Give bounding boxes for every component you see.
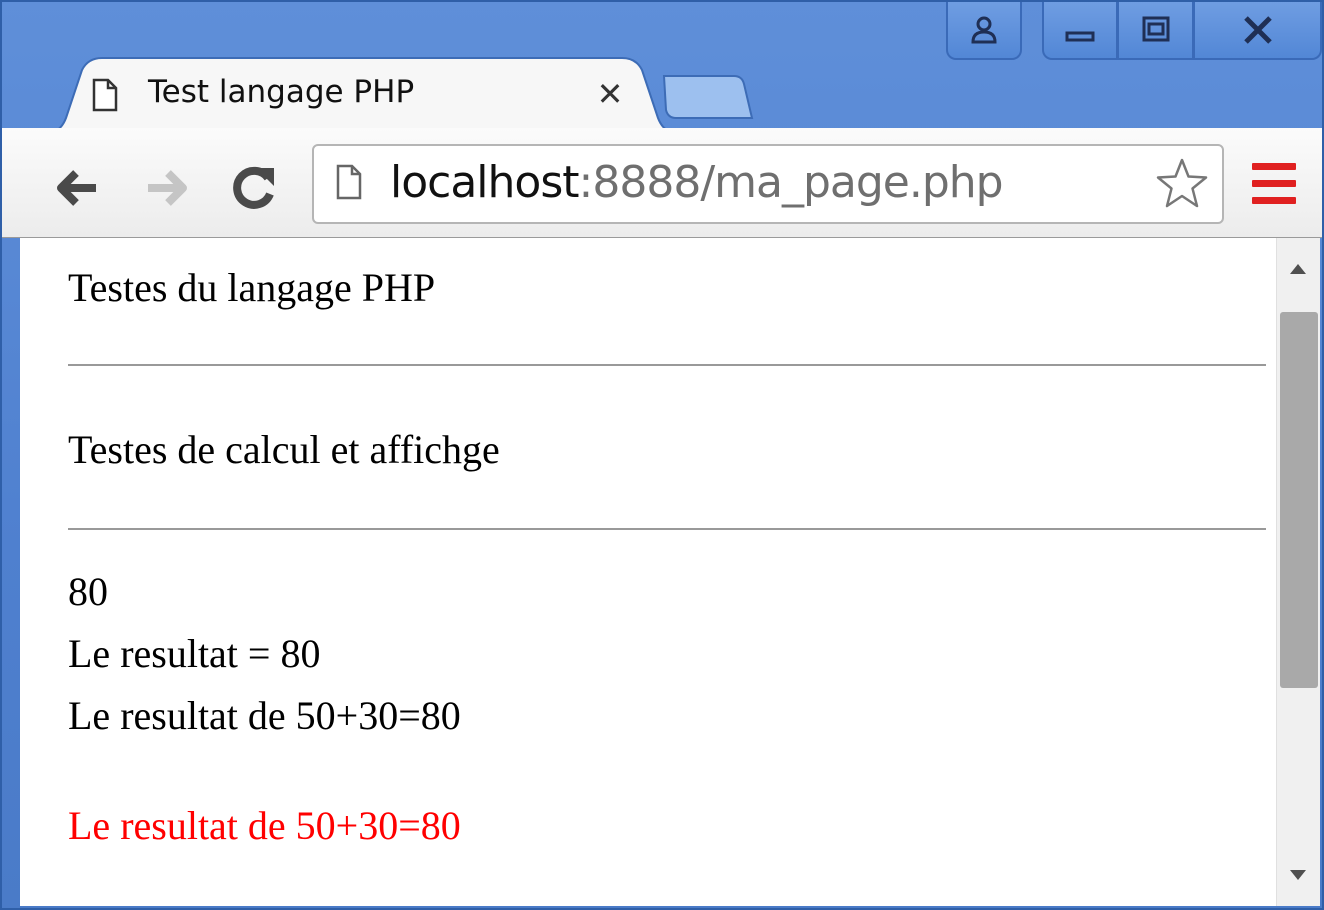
- result-line: Le resultat = 80: [68, 631, 321, 676]
- star-icon[interactable]: [1154, 156, 1210, 212]
- section-heading: Testes de calcul et affichge: [68, 427, 500, 472]
- result-line-red: Le resultat de 50+30=80: [68, 803, 461, 848]
- page-title: Testes du langage PHP: [68, 265, 436, 310]
- url-path: :8888/ma_page.php: [578, 157, 1004, 208]
- window-close-button[interactable]: [1194, 2, 1322, 60]
- menu-bar: [1252, 197, 1296, 204]
- page-content: Testes du langage PHP Testes de calcul e…: [20, 238, 1276, 906]
- forward-arrow-icon[interactable]: [138, 160, 194, 216]
- result-line: 80: [68, 569, 108, 614]
- profile-button[interactable]: [946, 2, 1022, 60]
- tab-close-button[interactable]: ✕: [590, 74, 630, 114]
- close-icon: [1243, 16, 1272, 44]
- scrollbar-thumb[interactable]: [1280, 312, 1318, 688]
- scroll-up-arrow-icon[interactable]: [1276, 254, 1320, 284]
- reload-icon[interactable]: [226, 160, 282, 216]
- url-host: localhost: [390, 157, 580, 208]
- new-tab-button[interactable]: [656, 72, 756, 122]
- minimize-icon: [1065, 31, 1095, 42]
- person-icon: [971, 16, 997, 44]
- scroll-down-arrow-icon[interactable]: [1276, 860, 1320, 890]
- maximize-icon: [1142, 16, 1169, 42]
- page-icon: [92, 78, 118, 112]
- divider: [68, 364, 1266, 366]
- back-arrow-icon[interactable]: [50, 160, 106, 216]
- result-line: Le resultat de 50+30=80: [68, 693, 461, 738]
- menu-bar: [1252, 180, 1296, 187]
- url-text[interactable]: localhost:8888/ma_page.php: [390, 157, 1004, 208]
- menu-icon[interactable]: [1252, 163, 1296, 205]
- page-icon: [336, 164, 362, 200]
- maximize-button[interactable]: [1118, 2, 1194, 60]
- browser-window: Test langage PHP ✕ localhost:8888/ma_pag…: [0, 0, 1324, 910]
- divider: [68, 528, 1266, 530]
- minimize-button[interactable]: [1042, 2, 1118, 60]
- tab-title: Test langage PHP: [148, 74, 415, 110]
- menu-bar: [1252, 163, 1296, 170]
